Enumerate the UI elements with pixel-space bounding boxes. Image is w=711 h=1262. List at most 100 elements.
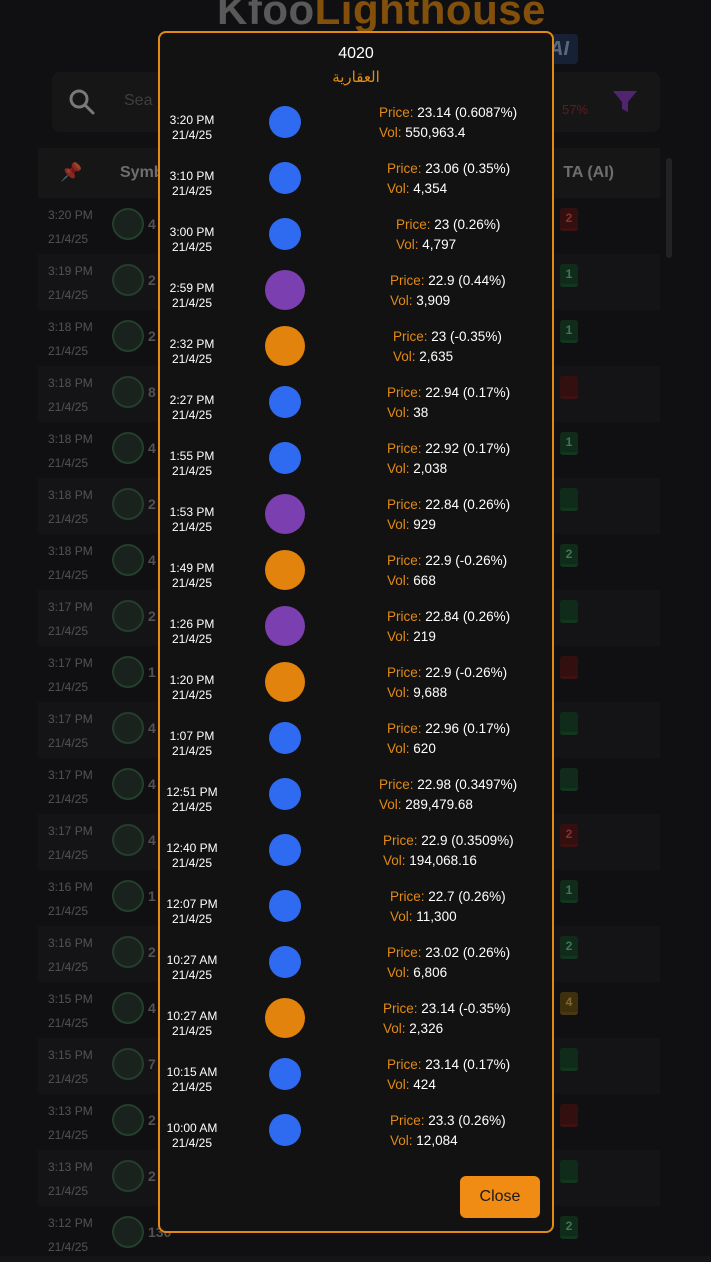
trade-info: Price: 22.84 (0.26%) Vol: 219	[387, 607, 510, 647]
trade-row: 12:40 PM 21/4/25 Price: 22.9 (0.3509%) Vol:…	[160, 828, 552, 884]
vol-label: Vol:	[387, 1077, 410, 1092]
trade-volume: 2,635	[419, 349, 454, 364]
vol-label: Vol:	[387, 685, 410, 700]
trade-date-value: 21/4/25	[171, 520, 213, 534]
price-label: Price:	[390, 273, 425, 288]
trade-time-value: 12:07 PM	[166, 897, 218, 911]
price-label: Price:	[387, 497, 422, 512]
trade-row: 12:51 PM 21/4/25 Price: 22.98 (0.3497%) Vol…	[160, 772, 552, 828]
trade-price: 23.3 (0.26%)	[428, 1113, 506, 1128]
trade-date-value: 21/4/25	[171, 1080, 213, 1094]
price-label: Price:	[387, 721, 422, 736]
trade-time: 1:55 PM 21/4/25	[164, 449, 220, 479]
trade-time: 1:07 PM 21/4/25	[164, 729, 220, 759]
trade-info: Price: 22.84 (0.26%) Vol: 929	[387, 495, 510, 535]
trades-modal: 4020 العقارية 3:20 PM 21/4/25 Price: 23.14…	[158, 31, 554, 1233]
trade-row: 2:27 PM 21/4/25 Price: 22.94 (0.17%) Vol: 3…	[160, 380, 552, 436]
trade-side-orange-icon	[265, 326, 305, 366]
vol-label: Vol:	[387, 405, 410, 420]
trade-row: 1:49 PM 21/4/25 Price: 22.9 (-0.26%) Vol: 6…	[160, 548, 552, 604]
trade-side-blue-icon	[269, 442, 301, 474]
price-label: Price:	[379, 777, 414, 792]
trade-time: 1:53 PM 21/4/25	[164, 505, 220, 535]
trade-side-orange-icon	[265, 550, 305, 590]
price-label: Price:	[390, 1113, 425, 1128]
trade-date-value: 21/4/25	[171, 240, 213, 254]
trade-side-blue-icon	[269, 946, 301, 978]
vol-label: Vol:	[390, 1133, 413, 1148]
trade-time: 10:15 AM 21/4/25	[164, 1065, 220, 1095]
trade-info: Price: 23.3 (0.26%) Vol: 12,084	[390, 1111, 506, 1151]
trade-time-value: 10:27 AM	[166, 1009, 218, 1023]
trade-volume: 4,797	[422, 237, 457, 252]
price-label: Price:	[387, 161, 422, 176]
trade-time-value: 1:53 PM	[169, 505, 215, 519]
price-label: Price:	[379, 105, 414, 120]
vol-label: Vol:	[393, 349, 416, 364]
trade-price: 23 (0.26%)	[434, 217, 501, 232]
trade-row: 12:07 PM 21/4/25 Price: 22.7 (0.26%) Vol: 1…	[160, 884, 552, 940]
trade-row: 10:15 AM 21/4/25 Price: 23.14 (0.17%) Vol: …	[160, 1052, 552, 1108]
trade-price: 23.14 (0.6087%)	[417, 105, 518, 120]
price-label: Price:	[387, 665, 422, 680]
trade-row: 2:59 PM 21/4/25 Price: 22.9 (0.44%) Vol: 3,…	[160, 268, 552, 324]
trade-row: 10:27 AM 21/4/25 Price: 23.02 (0.26%) Vol: …	[160, 940, 552, 996]
trade-price: 22.84 (0.26%)	[425, 609, 511, 624]
vol-label: Vol:	[387, 573, 410, 588]
trade-volume: 929	[413, 517, 436, 532]
trade-time-value: 2:27 PM	[169, 393, 215, 407]
vol-label: Vol:	[387, 965, 410, 980]
trade-volume: 2,326	[409, 1021, 444, 1036]
trade-volume: 424	[413, 1077, 436, 1092]
modal-title: 4020	[338, 45, 374, 62]
trade-price: 22.7 (0.26%)	[428, 889, 506, 904]
trade-side-blue-icon	[269, 218, 301, 250]
trade-volume: 194,068.16	[409, 853, 477, 868]
trade-time: 1:49 PM 21/4/25	[164, 561, 220, 591]
trade-volume: 550,963.4	[405, 125, 466, 140]
trade-volume: 2,038	[413, 461, 448, 476]
trade-time-value: 2:59 PM	[169, 281, 215, 295]
trade-time-value: 3:00 PM	[169, 225, 215, 239]
trade-side-purple-icon	[265, 270, 305, 310]
trade-price: 23.06 (0.35%)	[425, 161, 511, 176]
trade-side-orange-icon	[265, 998, 305, 1038]
trade-info: Price: 22.9 (0.44%) Vol: 3,909	[390, 271, 506, 311]
trade-price: 22.92 (0.17%)	[425, 441, 511, 456]
trade-time-value: 12:40 PM	[166, 841, 218, 855]
trade-row: 2:32 PM 21/4/25 Price: 23 (-0.35%) Vol: 2,6…	[160, 324, 552, 380]
vol-label: Vol:	[396, 237, 419, 252]
trade-date-value: 21/4/25	[171, 464, 213, 478]
trade-time-value: 10:00 AM	[166, 1121, 218, 1135]
price-label: Price:	[387, 609, 422, 624]
trade-time: 3:10 PM 21/4/25	[164, 169, 220, 199]
trade-time-value: 3:10 PM	[169, 169, 215, 183]
trade-price: 23.14 (0.17%)	[425, 1057, 511, 1072]
vol-label: Vol:	[379, 125, 402, 140]
trade-row: 3:10 PM 21/4/25 Price: 23.06 (0.35%) Vol: 4…	[160, 156, 552, 212]
trade-time: 12:07 PM 21/4/25	[164, 897, 220, 927]
trade-volume: 12,084	[416, 1133, 458, 1148]
trade-time: 10:27 AM 21/4/25	[164, 953, 220, 983]
price-label: Price:	[383, 1001, 418, 1016]
trade-info: Price: 22.7 (0.26%) Vol: 11,300	[390, 887, 506, 927]
vol-label: Vol:	[383, 1021, 406, 1036]
trade-date-value: 21/4/25	[171, 352, 213, 366]
trade-time: 10:00 AM 21/4/25	[164, 1121, 220, 1151]
trade-time: 10:27 AM 21/4/25	[164, 1009, 220, 1039]
close-button[interactable]: Close	[460, 1176, 540, 1218]
trade-row: 1:55 PM 21/4/25 Price: 22.92 (0.17%) Vol: 2…	[160, 436, 552, 492]
trade-volume: 620	[413, 741, 436, 756]
trade-volume: 9,688	[413, 685, 448, 700]
trade-info: Price: 23.14 (0.6087%) Vol: 550,963.4	[379, 103, 517, 143]
trade-side-blue-icon	[269, 890, 301, 922]
trade-info: Price: 23.06 (0.35%) Vol: 4,354	[387, 159, 510, 199]
trade-row: 10:27 AM 21/4/25 Price: 23.14 (-0.35%) Vol:…	[160, 996, 552, 1052]
trade-date-value: 21/4/25	[171, 296, 213, 310]
trade-price: 23 (-0.35%)	[431, 329, 502, 344]
price-label: Price:	[387, 1057, 422, 1072]
vol-label: Vol:	[390, 909, 413, 924]
trade-time: 1:20 PM 21/4/25	[164, 673, 220, 703]
trade-info: Price: 23 (-0.35%) Vol: 2,635	[393, 327, 502, 367]
trade-info: Price: 22.9 (-0.26%) Vol: 9,688	[387, 663, 507, 703]
